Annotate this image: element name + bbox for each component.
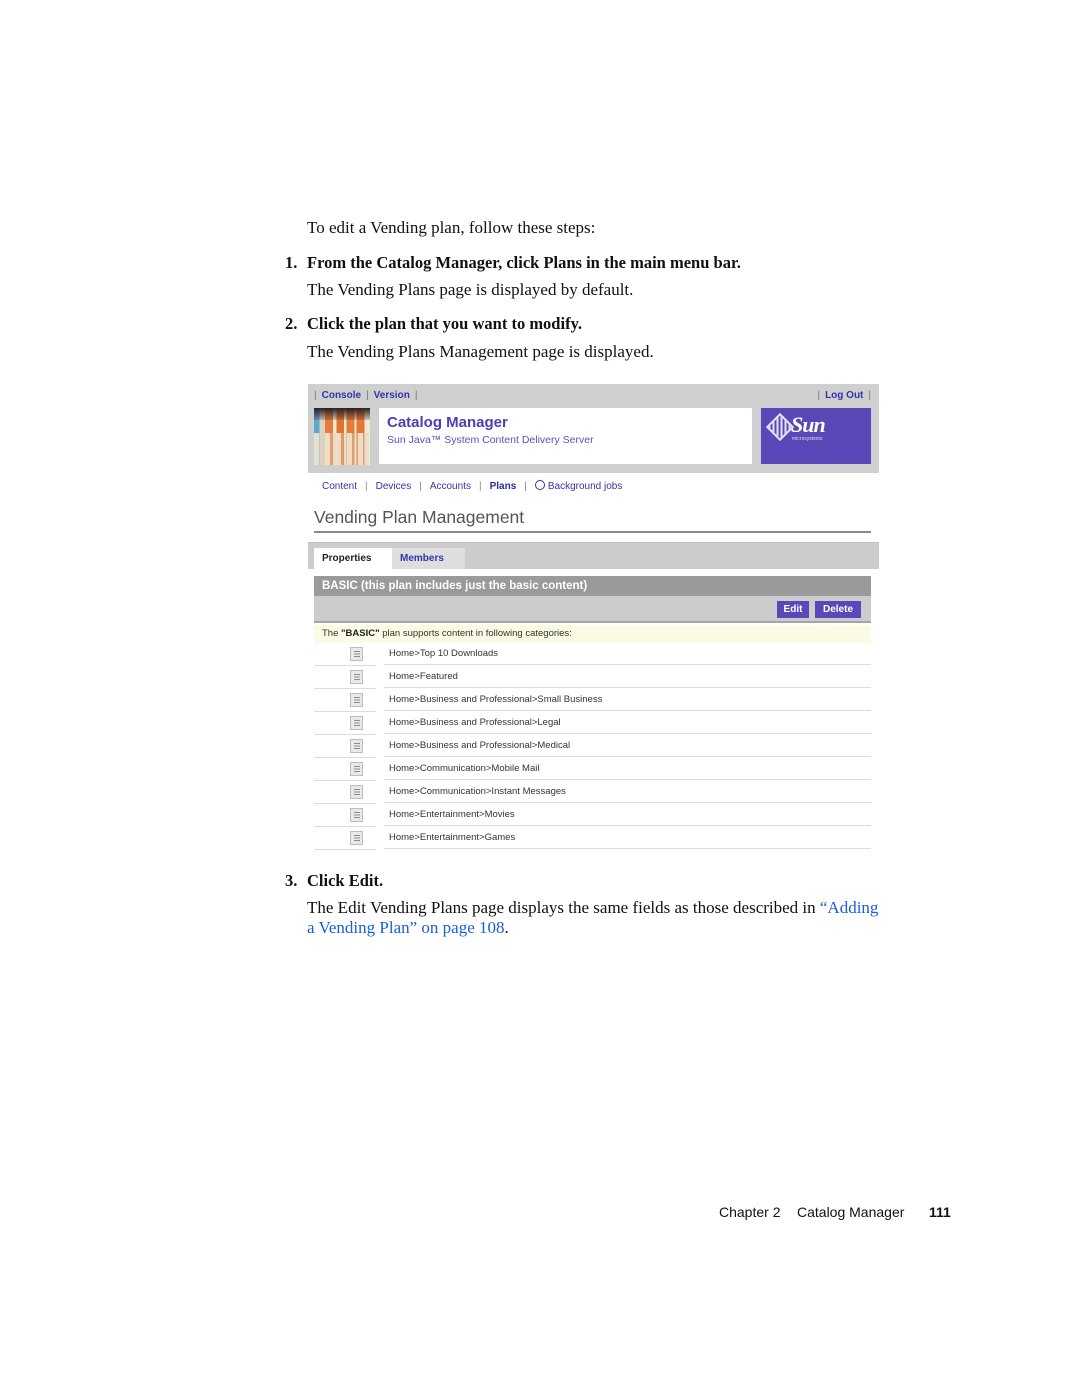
category-label[interactable]: Home>Featured [384,666,871,688]
page-number: 111 [929,1204,951,1220]
books-banner-image [314,408,370,465]
globe-icon [534,480,545,490]
step-number: 3. [285,871,298,890]
step-3-result-line1: The Edit Vending Plans page displays the… [307,898,878,918]
adding-vending-plan-link[interactable]: “Adding [820,898,879,917]
document-icon [350,808,363,822]
document-icon [350,716,363,730]
top-links: | Console | Version | [314,390,418,401]
action-button-bar: Edit Delete [314,596,871,623]
nav-content[interactable]: Content [322,481,357,492]
masthead: | Console | Version | | Log Out | Catalog Mana… [308,384,879,473]
footer-section: Catalog Manager [797,1204,905,1220]
nav-devices[interactable]: Devices [376,481,412,492]
step-number: 2. [285,314,298,333]
intro-text: To edit a Vending plan, follow these ste… [307,218,596,237]
sun-logo-subtext: microsystems [792,436,823,442]
catalog-manager-screenshot: | Console | Version | | Log Out | Catalog Mana… [308,384,879,850]
category-label[interactable]: Home>Business and Professional>Medical [384,735,871,757]
step-3-result-text: The Edit Vending Plans page displays the… [307,898,820,917]
document-icon [350,762,363,776]
page-title: Vending Plan Management [314,507,525,527]
step-text: Click Edit. [307,871,384,890]
footer-chapter: Chapter 2 [719,1204,781,1220]
list-item: Home>Communication>Mobile Mail [314,758,871,781]
title-divider [314,531,871,533]
step-3-result-suffix: . [504,918,509,937]
info-suffix: plan supports content in following categ… [379,628,572,639]
sun-diamond-icon [765,412,795,442]
app-title-box: Catalog Manager Sun Java™ System Content… [379,408,752,464]
category-label[interactable]: Home>Top 10 Downloads [384,643,871,665]
sun-logo-text: Sun [791,412,826,437]
document-icon [350,831,363,845]
category-label[interactable]: Home>Entertainment>Movies [384,804,871,826]
step-3-instruction: 3. Click Edit. [285,871,383,891]
category-list: Home>Top 10 Downloads Home>Featured Home… [314,643,871,850]
sun-logo: Sun microsystems [761,408,871,464]
app-subtitle: Sun Java™ System Content Delivery Server [387,434,594,446]
tab-members[interactable]: Members [392,548,465,569]
list-item: Home>Featured [314,666,871,689]
list-item: Home>Communication>Instant Messages [314,781,871,804]
category-label[interactable]: Home>Business and Professional>Legal [384,712,871,734]
adding-vending-plan-link-cont[interactable]: a Vending Plan” on page 108 [307,918,505,937]
document-icon [350,739,363,753]
step-2-instruction: 2. Click the plan that you want to modify… [285,314,582,334]
list-item: Home>Entertainment>Movies [314,804,871,827]
category-label[interactable]: Home>Business and Professional>Small Bus… [384,689,871,711]
tab-properties[interactable]: Properties [314,548,392,569]
delete-button[interactable]: Delete [815,601,861,618]
list-item: Home>Business and Professional>Medical [314,735,871,758]
list-item: Home>Business and Professional>Legal [314,712,871,735]
tab-bar: Properties Members [308,542,879,569]
list-item: Home>Entertainment>Games [314,827,871,850]
document-icon [350,670,363,684]
document-icon [350,693,363,707]
step-text: Click the plan that you want to modify. [307,314,583,333]
step-number: 1. [285,253,298,272]
app-title: Catalog Manager [387,414,508,431]
step-1-instruction: 1. From the Catalog Manager, click Plans … [285,253,741,273]
document-icon [350,647,363,661]
list-item: Home>Top 10 Downloads [314,643,871,666]
edit-button[interactable]: Edit [777,601,809,618]
plan-info-bar: The "BASIC" plan supports content in fol… [314,625,871,643]
nav-accounts[interactable]: Accounts [430,481,471,492]
category-label[interactable]: Home>Communication>Mobile Mail [384,758,871,780]
step-2-result: The Vending Plans Management page is dis… [307,342,654,361]
step-text: From the Catalog Manager, click Plans in… [307,253,741,272]
category-label[interactable]: Home>Communication>Instant Messages [384,781,871,803]
nav-background-jobs[interactable]: Background jobs [548,481,623,492]
version-link[interactable]: Version [374,390,410,401]
logout-area: | Log Out | [817,390,871,401]
info-prefix: The [322,628,342,639]
list-item: Home>Business and Professional>Small Bus… [314,689,871,712]
step-3-result-line2: a Vending Plan” on page 108. [307,918,509,938]
category-label[interactable]: Home>Entertainment>Games [384,827,871,849]
document-icon [350,785,363,799]
main-menu-bar: Content | Devices | Accounts | Plans | Backgroun… [322,480,623,492]
info-plan-name: "BASIC" [341,628,380,639]
nav-plans[interactable]: Plans [490,481,517,492]
step-1-result: The Vending Plans page is displayed by d… [307,280,634,299]
logout-link[interactable]: Log Out [825,390,863,401]
console-link[interactable]: Console [322,390,361,401]
plan-header: BASIC (this plan includes just the basic… [314,576,871,596]
